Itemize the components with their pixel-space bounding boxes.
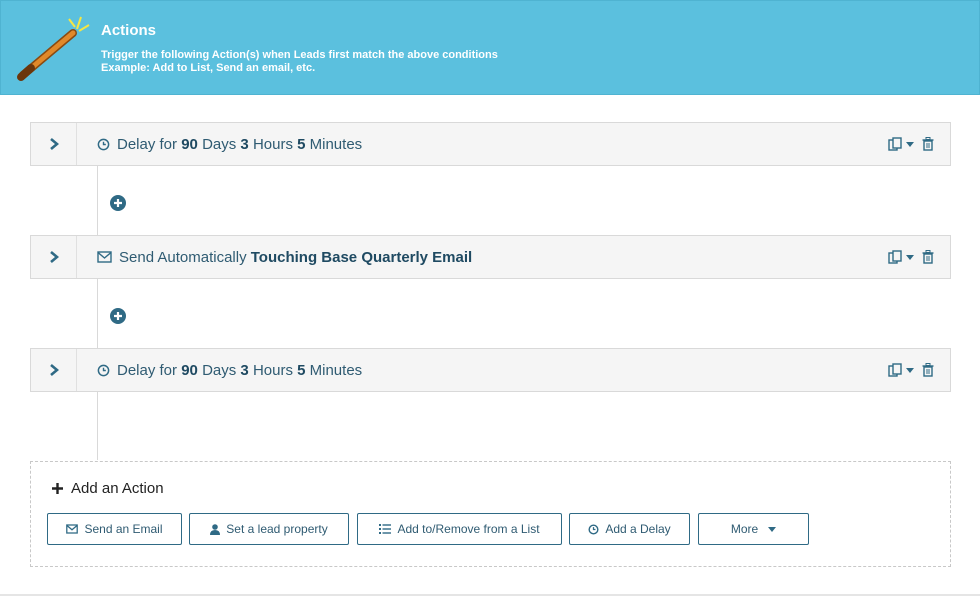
delay-minutes-unit: Minutes	[309, 361, 363, 379]
row-tools	[888, 123, 934, 165]
expand-chevron-icon[interactable]	[31, 236, 77, 278]
delay-days-unit: Days	[202, 135, 237, 153]
action-summary: Send Automatically Touching Base Quarter…	[97, 236, 472, 278]
connector-line	[97, 166, 98, 235]
clock-icon	[97, 138, 110, 151]
action-row-send-email[interactable]: Send Automatically Touching Base Quarter…	[30, 235, 951, 279]
delay-days-value: 90	[181, 135, 198, 153]
add-action-label: Add an Action	[71, 480, 164, 497]
header-desc-line2: Example: Add to List, Send an email, etc…	[101, 62, 316, 74]
action-row-delay-1[interactable]: Delay for 90 Days 3 Hours 5 Minutes	[30, 122, 951, 166]
plus-icon	[52, 483, 63, 494]
action-summary: Delay for 90 Days 3 Hours 5 Minutes	[97, 349, 362, 391]
row-tools	[888, 349, 934, 391]
delay-days-value: 90	[181, 361, 198, 379]
add-step-plus-icon[interactable]	[110, 195, 126, 211]
trash-icon[interactable]	[922, 250, 934, 264]
add-remove-list-label: Add to/Remove from a List	[397, 522, 540, 536]
send-email-button[interactable]: Send an Email	[47, 513, 182, 545]
trash-icon[interactable]	[922, 363, 934, 377]
header-title: Actions	[101, 22, 157, 39]
envelope-icon	[97, 251, 112, 263]
delay-hours-unit: Hours	[252, 361, 293, 379]
caret-down-icon	[768, 526, 777, 532]
actions-header: Actions Trigger the following Action(s) …	[0, 0, 980, 95]
clock-icon	[588, 523, 599, 535]
add-step-plus-icon[interactable]	[110, 308, 126, 324]
delay-hours-unit: Hours	[252, 135, 293, 153]
copy-dropdown-icon[interactable]	[888, 363, 916, 377]
copy-dropdown-icon[interactable]	[888, 137, 916, 151]
delay-days-unit: Days	[202, 361, 237, 379]
email-name: Touching Base Quarterly Email	[250, 248, 473, 266]
delay-minutes-value: 5	[297, 361, 306, 379]
user-icon	[210, 523, 221, 535]
delay-minutes-unit: Minutes	[309, 135, 363, 153]
action-prefix: Send Automatically	[119, 248, 247, 266]
row-tools	[888, 236, 934, 278]
add-remove-list-button[interactable]: Add to/Remove from a List	[357, 513, 562, 545]
set-lead-property-label: Set a lead property	[226, 522, 328, 536]
header-desc-line1: Trigger the following Action(s) when Lea…	[101, 49, 498, 61]
expand-chevron-icon[interactable]	[31, 349, 77, 391]
delay-hours-value: 3	[240, 361, 249, 379]
delay-minutes-value: 5	[297, 135, 306, 153]
more-label: More	[730, 522, 759, 536]
add-delay-label: Add a Delay	[605, 522, 671, 536]
more-dropdown-button[interactable]: More	[698, 513, 809, 545]
envelope-icon	[66, 524, 79, 534]
action-prefix: Delay for	[117, 135, 178, 153]
clock-icon	[97, 364, 110, 377]
action-summary: Delay for 90 Days 3 Hours 5 Minutes	[97, 123, 362, 165]
add-action-title: Add an Action	[52, 480, 164, 497]
magic-wand-icon	[17, 16, 90, 81]
set-lead-property-button[interactable]: Set a lead property	[189, 513, 349, 545]
expand-chevron-icon[interactable]	[31, 123, 77, 165]
copy-dropdown-icon[interactable]	[888, 250, 916, 264]
list-icon	[379, 524, 392, 534]
trash-icon[interactable]	[922, 137, 934, 151]
action-row-delay-2[interactable]: Delay for 90 Days 3 Hours 5 Minutes	[30, 348, 951, 392]
header-description: Trigger the following Action(s) when Lea…	[101, 49, 498, 75]
action-prefix: Delay for	[117, 361, 178, 379]
connector-line	[97, 279, 98, 348]
connector-line	[97, 392, 98, 460]
delay-hours-value: 3	[240, 135, 249, 153]
send-email-label: Send an Email	[84, 522, 163, 536]
add-delay-button[interactable]: Add a Delay	[569, 513, 690, 545]
